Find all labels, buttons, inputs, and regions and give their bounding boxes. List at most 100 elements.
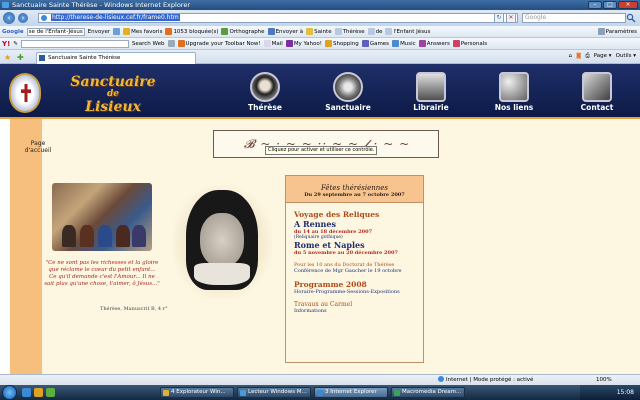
music-button[interactable]: Music (392, 40, 416, 47)
google-send-label: Envoyer (87, 28, 111, 35)
close-button[interactable]: × (618, 1, 638, 9)
taskbar-button-dreamweaver[interactable]: Macromedia Dream... (391, 387, 465, 398)
clock[interactable]: 15:08 (617, 389, 634, 396)
my-yahoo-icon (285, 40, 293, 47)
url-input[interactable]: http://therese-de-lisieux.cef.fr/frame0.… (38, 13, 518, 23)
browser-search-input[interactable]: Google (522, 13, 626, 23)
site-banner: Sanctuaire de Lisieux Thérèse Sanctuaire… (0, 64, 640, 119)
upgrade-label: Upgrade your Toolbar Now! (185, 40, 261, 47)
nav-label: Contact (580, 103, 614, 112)
back-button[interactable]: ‹ (3, 12, 15, 24)
taskbar-button-media-player[interactable]: Lecteur Windows M... (237, 387, 311, 398)
yahoo-search-button[interactable]: Search Web (132, 41, 165, 47)
folder-quicklaunch-icon[interactable] (34, 388, 43, 397)
page-menu[interactable]: Page ▾ (594, 53, 612, 60)
send-to-icon (267, 28, 275, 35)
shopping-label: Shopping (332, 40, 359, 47)
maximize-button[interactable]: □ (603, 1, 617, 9)
nav-label: Librairie (413, 103, 449, 112)
forward-button[interactable]: › (18, 13, 28, 23)
windows-taskbar: 4 Explorateur Win... Lecteur Windows M..… (0, 385, 640, 400)
taskbar-button-ie[interactable]: 3 Internet Explorer (314, 387, 388, 398)
nav-sanctuaire[interactable]: Sanctuaire (323, 72, 373, 112)
yahoo-mail-button[interactable]: Mail (263, 40, 283, 47)
window-title: Sanctuaire Sainte Thérèse - Windows Inte… (12, 1, 191, 9)
voyage-link[interactable]: Voyage des Reliques (294, 210, 423, 219)
send-to-button[interactable]: Envoyer à (267, 28, 303, 35)
photo-figure (132, 225, 146, 247)
photo-figure (62, 225, 76, 247)
tab-active[interactable]: Sanctuaire Sainte Thérèse (36, 52, 196, 64)
personals-button[interactable]: Personals (452, 40, 487, 47)
yahoo-upgrade-link[interactable]: Upgrade your Toolbar Now! (177, 40, 261, 47)
add-favorite-icon[interactable]: ✚ (17, 53, 24, 62)
tools-menu[interactable]: Outils ▾ (616, 53, 636, 60)
media-quicklaunch-icon[interactable] (46, 388, 55, 397)
sanctuary-seal-logo[interactable] (9, 73, 41, 113)
media-player-icon (240, 390, 246, 396)
portrait-face (200, 213, 244, 267)
fetes-header[interactable]: Fêtes thérésiennes Du 29 septembre au 7 … (286, 176, 423, 203)
answers-button[interactable]: Answers (418, 40, 450, 47)
site-title-line: de (106, 89, 120, 99)
photo-figure (116, 225, 130, 247)
pencil-icon[interactable]: ✎ (13, 41, 18, 47)
programme-link[interactable]: Programme 2008 (294, 280, 423, 289)
search-icon[interactable] (626, 13, 636, 23)
print-icon[interactable]: ⎙ (585, 53, 589, 60)
upgrade-icon (177, 40, 185, 47)
security-zone[interactable]: Internet | Mode protégé : activé (438, 375, 533, 385)
search-word-3[interactable]: de (367, 28, 383, 35)
taskbar-label: Macromedia Dream... (402, 389, 462, 395)
settings-button[interactable]: Paramètres (597, 28, 640, 35)
nav-librairie[interactable]: Librairie (406, 72, 456, 112)
ie-quicklaunch-icon[interactable] (22, 388, 31, 397)
start-button[interactable] (2, 385, 17, 400)
yahoo-search-label: Search Web (131, 40, 165, 47)
refresh-icon[interactable]: ↻ (494, 13, 504, 23)
feeds-icon[interactable]: ◙ (576, 53, 581, 60)
travaux-link[interactable]: Travaux au Carmel (294, 301, 423, 308)
home-page-link[interactable]: Page d'accueil (24, 140, 52, 154)
rennes-link[interactable]: A Rennes (294, 219, 423, 229)
popup-blocker-button[interactable]: 1053 bloquée(s) (165, 28, 218, 35)
yahoo-options-button[interactable] (167, 40, 175, 47)
informations-link[interactable]: Informations (294, 308, 423, 314)
rome-link[interactable]: Rome et Naples (294, 240, 423, 250)
google-search-input[interactable]: se de l'Enfant-Jésus (26, 27, 85, 36)
yahoo-search-input[interactable] (20, 39, 129, 48)
therese-portrait (172, 185, 272, 300)
site-title-line: Lisieux (85, 99, 141, 115)
nav-contact[interactable]: Contact (572, 72, 622, 112)
nav-therese[interactable]: Thérèse (240, 72, 290, 112)
search-word-4[interactable]: l'Enfant Jésus (385, 28, 430, 35)
spell-check-button[interactable]: Orthographe (221, 28, 265, 35)
cross-icon (21, 84, 31, 102)
minimize-button[interactable]: – (588, 1, 602, 9)
games-button[interactable]: Games (361, 40, 389, 47)
nav-nos-liens[interactable]: Nos liens (489, 72, 539, 112)
music-label: Music (400, 40, 416, 47)
shopping-button[interactable]: Shopping (324, 40, 359, 47)
search-word-2[interactable]: Thérèse (334, 28, 365, 35)
ie-icon (317, 390, 323, 396)
home-icon[interactable]: ⌂ (568, 53, 572, 60)
google-extra-button[interactable] (113, 28, 121, 35)
favorites-button[interactable]: Mes favoris (123, 28, 162, 35)
search-word-label: de (375, 28, 383, 35)
photo-figure (98, 225, 112, 247)
zoom-level[interactable]: 100% (596, 375, 612, 385)
site-title-line: Sanctuaire (70, 74, 156, 90)
stop-icon[interactable]: ✕ (506, 13, 516, 23)
left-sidebar (10, 119, 42, 374)
google-send-button[interactable]: Envoyer (88, 29, 110, 35)
my-yahoo-button[interactable]: My Yahoo! (285, 40, 322, 47)
window-titlebar: Sanctuaire Sainte Thérèse - Windows Inte… (0, 0, 640, 10)
spell-label: Orthographe (229, 28, 265, 35)
favorites-center-icon[interactable]: ★ (4, 53, 11, 62)
search-word-1[interactable]: Sainte (306, 28, 332, 35)
librairie-thumbnail (416, 72, 446, 102)
taskbar-label: 3 Internet Explorer (325, 389, 377, 395)
therese-quote: "Ce ne sont pas les richesses et la gloi… (44, 260, 160, 287)
taskbar-button-explorer[interactable]: 4 Explorateur Win... (160, 387, 234, 398)
